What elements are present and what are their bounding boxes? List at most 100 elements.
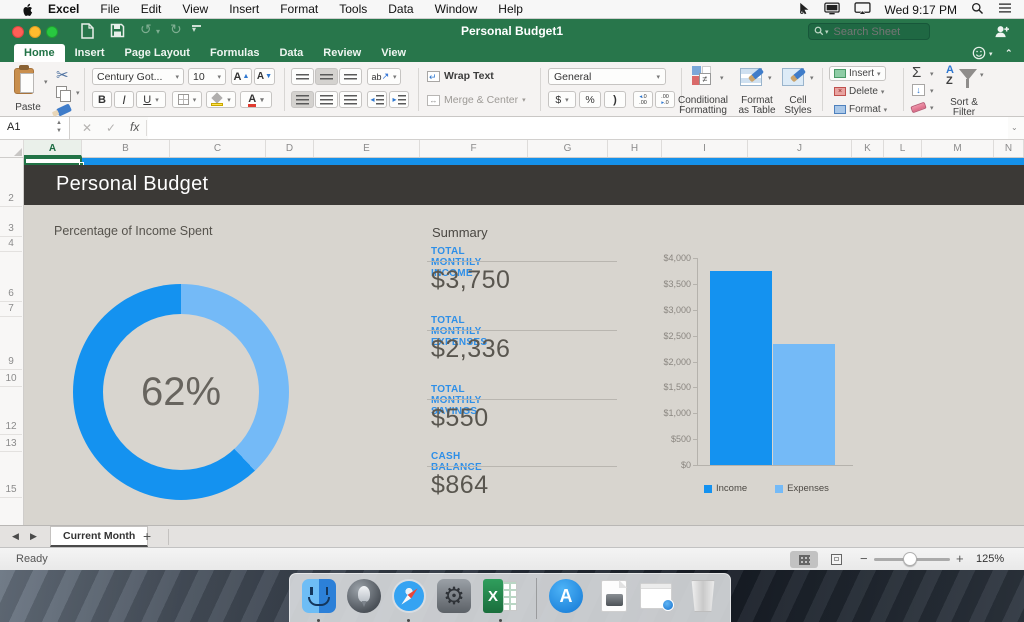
- formula-input[interactable]: [148, 117, 1008, 139]
- currency-format-button[interactable]: $▾: [548, 91, 576, 108]
- sort-filter-button[interactable]: A Z ▾: [946, 65, 986, 95]
- dock-app-store-icon[interactable]: A: [549, 579, 583, 613]
- share-add-person-icon[interactable]: [993, 24, 1010, 44]
- tab-insert[interactable]: Insert: [65, 44, 115, 62]
- notification-center-icon[interactable]: [998, 2, 1012, 17]
- display-icon[interactable]: [824, 2, 840, 18]
- fill-down-icon[interactable]: ↓: [912, 84, 925, 96]
- zoom-out-button[interactable]: −: [860, 551, 868, 566]
- fill-dropdown-icon[interactable]: ▾: [930, 87, 934, 95]
- formula-bar-expand-icon[interactable]: ⌄: [1011, 123, 1018, 132]
- align-left-button[interactable]: [291, 91, 314, 108]
- search-scope-dropdown-icon[interactable]: ▾: [825, 28, 829, 36]
- font-color-button[interactable]: A▾: [240, 91, 272, 108]
- row-header-3[interactable]: 3: [0, 221, 22, 237]
- insert-function-icon[interactable]: fx: [130, 120, 139, 135]
- paste-dropdown-icon[interactable]: ▾: [44, 78, 48, 86]
- copy-dropdown-icon[interactable]: ▾: [76, 89, 80, 97]
- clear-icon[interactable]: [910, 102, 926, 114]
- tab-page-layout[interactable]: Page Layout: [115, 44, 200, 62]
- cell-styles-button[interactable]: [782, 66, 806, 90]
- number-format-select[interactable]: General▾: [548, 68, 666, 85]
- row-header-7[interactable]: 7: [0, 301, 22, 317]
- font-size-select[interactable]: 10▾: [188, 68, 226, 85]
- collapse-ribbon-icon[interactable]: ⌃: [1005, 48, 1013, 59]
- column-header-E[interactable]: E: [314, 140, 420, 157]
- dock-finder-icon[interactable]: [302, 579, 336, 613]
- align-bottom-button[interactable]: [339, 68, 362, 85]
- column-header-I[interactable]: I: [662, 140, 748, 157]
- menu-item-tools[interactable]: Tools: [339, 2, 367, 16]
- row-header-4[interactable]: 4: [0, 236, 22, 252]
- menu-item-window[interactable]: Window: [435, 2, 478, 16]
- copy-icon[interactable]: [56, 86, 67, 98]
- column-header-M[interactable]: M: [922, 140, 994, 157]
- column-header-D[interactable]: D: [266, 140, 314, 157]
- column-header-B[interactable]: B: [82, 140, 170, 157]
- align-middle-button[interactable]: [315, 68, 338, 85]
- search-sheet-box[interactable]: ▾: [808, 23, 930, 40]
- add-sheet-button[interactable]: +: [143, 528, 151, 544]
- decrease-font-size-button[interactable]: A▼: [254, 68, 275, 85]
- dock-excel-icon[interactable]: X: [483, 579, 517, 613]
- dock-launchpad-icon[interactable]: [347, 579, 381, 613]
- menu-item-insert[interactable]: Insert: [229, 2, 259, 16]
- cell-styles-dropdown-icon[interactable]: ▾: [810, 74, 814, 82]
- search-sheet-input[interactable]: [832, 25, 924, 39]
- increase-font-size-button[interactable]: A▲: [231, 68, 252, 85]
- tab-home[interactable]: Home: [14, 44, 65, 62]
- dock-system-preferences-icon[interactable]: ⚙: [437, 579, 471, 613]
- select-all-corner[interactable]: [0, 140, 24, 157]
- format-painter-icon[interactable]: [56, 103, 72, 116]
- bar-income[interactable]: [710, 271, 772, 465]
- delete-cells-button[interactable]: × Delete▾: [829, 85, 889, 98]
- dock-installer-document-icon[interactable]: [597, 579, 631, 613]
- zoom-level[interactable]: 125%: [976, 553, 1004, 565]
- next-sheet-icon[interactable]: ▶: [30, 531, 37, 542]
- sheet-area[interactable]: Personal Budget Percentage of Income Spe…: [24, 158, 1024, 525]
- row-header-6[interactable]: 6: [0, 286, 22, 302]
- menu-bar-clock[interactable]: Wed 9:17 PM: [885, 3, 957, 17]
- decrease-indent-button[interactable]: ◂: [367, 91, 387, 108]
- column-header-C[interactable]: C: [170, 140, 266, 157]
- tab-review[interactable]: Review: [313, 44, 371, 62]
- comma-format-button[interactable]: ): [604, 91, 626, 108]
- normal-view-button[interactable]: [790, 551, 818, 568]
- tab-view[interactable]: View: [371, 44, 416, 62]
- row-header-10[interactable]: 10: [0, 371, 22, 387]
- dock-trash-icon[interactable]: [686, 579, 720, 613]
- apple-icon[interactable]: [20, 2, 35, 20]
- increase-decimal-button[interactable]: ◂.0.00: [633, 91, 653, 108]
- increase-indent-button[interactable]: ▸: [389, 91, 409, 108]
- feedback-dropdown-icon[interactable]: ▾: [989, 50, 993, 58]
- cut-icon[interactable]: ✂: [56, 66, 69, 84]
- cancel-entry-icon[interactable]: ✕: [82, 121, 92, 135]
- merge-center-button[interactable]: ↔ Merge & Center ▾: [427, 94, 526, 106]
- menu-item-format[interactable]: Format: [280, 2, 318, 16]
- menu-item-excel[interactable]: Excel: [48, 2, 79, 16]
- menu-item-help[interactable]: Help: [498, 2, 523, 16]
- name-box-stepper[interactable]: ▲▼: [56, 119, 62, 135]
- font-name-select[interactable]: Century Got...▾: [92, 68, 184, 85]
- conditional-formatting-button[interactable]: ≠: [690, 65, 716, 91]
- text-orientation-button[interactable]: ab➝▾: [367, 68, 401, 85]
- row-header-12[interactable]: 12: [0, 419, 22, 435]
- italic-button[interactable]: I: [114, 91, 134, 108]
- menu-item-data[interactable]: Data: [388, 2, 413, 16]
- underline-button[interactable]: U▾: [136, 91, 166, 108]
- airplay-display-icon[interactable]: [854, 2, 871, 18]
- column-header-K[interactable]: K: [852, 140, 884, 157]
- pointer-control-icon[interactable]: [797, 2, 810, 18]
- column-header-J[interactable]: J: [748, 140, 852, 157]
- align-right-button[interactable]: [339, 91, 362, 108]
- column-header-F[interactable]: F: [420, 140, 528, 157]
- wrap-text-button[interactable]: ↵ Wrap Text: [427, 70, 494, 82]
- autosum-button[interactable]: Σ: [912, 64, 921, 81]
- paste-button[interactable]: [12, 67, 42, 97]
- format-as-table-button[interactable]: [740, 66, 764, 90]
- fill-color-button[interactable]: ▾: [206, 91, 236, 108]
- zoom-in-button[interactable]: +: [956, 551, 964, 566]
- zoom-slider-thumb[interactable]: [903, 552, 917, 566]
- tab-data[interactable]: Data: [269, 44, 313, 62]
- insert-cells-button[interactable]: Insert▾: [829, 66, 886, 81]
